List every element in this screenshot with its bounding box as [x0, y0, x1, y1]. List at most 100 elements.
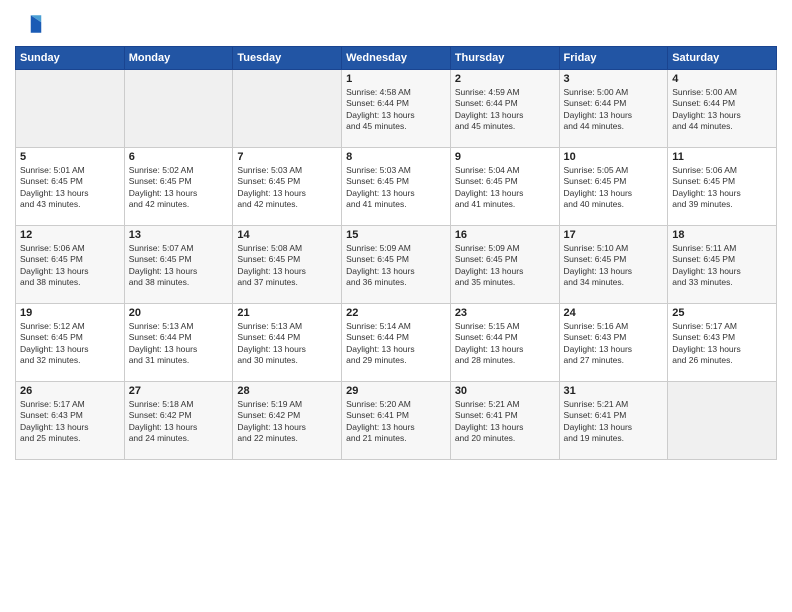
calendar-day-27: 27 Sunrise: 5:18 AM Sunset: 6:42 PM Dayli… [124, 382, 233, 460]
calendar-day-30: 30Sunrise: 5:21 AM Sunset: 6:41 PM Dayli… [450, 382, 559, 460]
calendar-day-31: 31Sunrise: 5:21 AM Sunset: 6:41 PM Dayli… [559, 382, 668, 460]
day-info: Sunrise: 5:04 AM Sunset: 6:45 PM Dayligh… [455, 165, 555, 211]
day-number: 26 [20, 385, 120, 397]
calendar-week-row: 26 Sunrise: 5:17 AM Sunset: 6:43 PM Dayli… [16, 382, 777, 460]
day-number: 16 [455, 229, 555, 241]
calendar-day-3: 3 Sunrise: 5:00 AM Sunset: 6:44 PM Daylig… [559, 70, 668, 148]
day-number: 31 [564, 385, 664, 397]
calendar-day-26: 26 Sunrise: 5:17 AM Sunset: 6:43 PM Dayli… [16, 382, 125, 460]
day-number: 25 [672, 307, 772, 319]
day-number: 3 [564, 73, 664, 85]
calendar-day-28: 28Sunrise: 5:19 AM Sunset: 6:42 PM Dayli… [233, 382, 342, 460]
day-number: 11 [672, 151, 772, 163]
day-info: Sunrise: 5:15 AM Sunset: 6:44 PM Dayligh… [455, 321, 555, 367]
day-info: Sunrise: 5:00 AM Sunset: 6:44 PM Dayligh… [564, 87, 664, 133]
calendar-day-24: 24Sunrise: 5:16 AM Sunset: 6:43 PM Dayli… [559, 304, 668, 382]
day-info: Sunrise: 5:13 AM Sunset: 6:44 PM Dayligh… [237, 321, 337, 367]
day-info: Sunrise: 5:16 AM Sunset: 6:43 PM Dayligh… [564, 321, 664, 367]
calendar-week-row: 1 Sunrise: 4:58 AM Sunset: 6:44 PM Daylig… [16, 70, 777, 148]
weekday-header-sunday: Sunday [16, 47, 125, 70]
day-number: 17 [564, 229, 664, 241]
day-number: 21 [237, 307, 337, 319]
day-info: Sunrise: 5:09 AM Sunset: 6:45 PM Dayligh… [455, 243, 555, 289]
day-number: 9 [455, 151, 555, 163]
day-number: 20 [129, 307, 229, 319]
day-info: Sunrise: 5:06 AM Sunset: 6:45 PM Dayligh… [672, 165, 772, 211]
day-info: Sunrise: 5:17 AM Sunset: 6:43 PM Dayligh… [672, 321, 772, 367]
day-info: Sunrise: 5:00 AM Sunset: 6:44 PM Dayligh… [672, 87, 772, 133]
weekday-header-monday: Monday [124, 47, 233, 70]
weekday-header-saturday: Saturday [668, 47, 777, 70]
calendar-day-29: 29 Sunrise: 5:20 AM Sunset: 6:41 PM Dayli… [342, 382, 451, 460]
calendar-day-7: 7 Sunrise: 5:03 AM Sunset: 6:45 PM Daylig… [233, 148, 342, 226]
calendar-week-row: 19Sunrise: 5:12 AM Sunset: 6:45 PM Dayli… [16, 304, 777, 382]
day-number: 19 [20, 307, 120, 319]
calendar-day-12: 12Sunrise: 5:06 AM Sunset: 6:45 PM Dayli… [16, 226, 125, 304]
calendar-empty-cell [668, 382, 777, 460]
day-info: Sunrise: 4:59 AM Sunset: 6:44 PM Dayligh… [455, 87, 555, 133]
calendar-day-2: 2 Sunrise: 4:59 AM Sunset: 6:44 PM Daylig… [450, 70, 559, 148]
calendar-empty-cell [124, 70, 233, 148]
weekday-header-tuesday: Tuesday [233, 47, 342, 70]
day-number: 13 [129, 229, 229, 241]
day-number: 10 [564, 151, 664, 163]
day-info: Sunrise: 5:19 AM Sunset: 6:42 PM Dayligh… [237, 399, 337, 445]
day-number: 30 [455, 385, 555, 397]
calendar-empty-cell [16, 70, 125, 148]
weekday-header-friday: Friday [559, 47, 668, 70]
calendar-day-9: 9 Sunrise: 5:04 AM Sunset: 6:45 PM Daylig… [450, 148, 559, 226]
calendar-day-6: 6Sunrise: 5:02 AM Sunset: 6:45 PM Daylig… [124, 148, 233, 226]
weekday-header-wednesday: Wednesday [342, 47, 451, 70]
day-number: 7 [237, 151, 337, 163]
weekday-header-row: SundayMondayTuesdayWednesdayThursdayFrid… [16, 47, 777, 70]
calendar-day-4: 4 Sunrise: 5:00 AM Sunset: 6:44 PM Daylig… [668, 70, 777, 148]
day-info: Sunrise: 5:07 AM Sunset: 6:45 PM Dayligh… [129, 243, 229, 289]
calendar-table: SundayMondayTuesdayWednesdayThursdayFrid… [15, 46, 777, 460]
day-info: Sunrise: 5:05 AM Sunset: 6:45 PM Dayligh… [564, 165, 664, 211]
calendar-day-10: 10 Sunrise: 5:05 AM Sunset: 6:45 PM Dayli… [559, 148, 668, 226]
day-number: 23 [455, 307, 555, 319]
day-info: Sunrise: 5:08 AM Sunset: 6:45 PM Dayligh… [237, 243, 337, 289]
calendar-day-16: 16 Sunrise: 5:09 AM Sunset: 6:45 PM Dayli… [450, 226, 559, 304]
day-info: Sunrise: 4:58 AM Sunset: 6:44 PM Dayligh… [346, 87, 446, 133]
day-info: Sunrise: 5:14 AM Sunset: 6:44 PM Dayligh… [346, 321, 446, 367]
logo-icon [15, 10, 43, 38]
day-info: Sunrise: 5:18 AM Sunset: 6:42 PM Dayligh… [129, 399, 229, 445]
calendar-empty-cell [233, 70, 342, 148]
calendar-day-21: 21 Sunrise: 5:13 AM Sunset: 6:44 PM Dayli… [233, 304, 342, 382]
day-number: 14 [237, 229, 337, 241]
calendar-day-11: 11 Sunrise: 5:06 AM Sunset: 6:45 PM Dayli… [668, 148, 777, 226]
day-number: 29 [346, 385, 446, 397]
day-info: Sunrise: 5:20 AM Sunset: 6:41 PM Dayligh… [346, 399, 446, 445]
day-number: 1 [346, 73, 446, 85]
day-info: Sunrise: 5:03 AM Sunset: 6:45 PM Dayligh… [346, 165, 446, 211]
page-header [15, 10, 777, 38]
logo [15, 10, 47, 38]
day-number: 22 [346, 307, 446, 319]
calendar-day-18: 18 Sunrise: 5:11 AM Sunset: 6:45 PM Dayli… [668, 226, 777, 304]
calendar-day-20: 20 Sunrise: 5:13 AM Sunset: 6:44 PM Dayli… [124, 304, 233, 382]
calendar-day-14: 14 Sunrise: 5:08 AM Sunset: 6:45 PM Dayli… [233, 226, 342, 304]
weekday-header-thursday: Thursday [450, 47, 559, 70]
day-info: Sunrise: 5:03 AM Sunset: 6:45 PM Dayligh… [237, 165, 337, 211]
day-number: 27 [129, 385, 229, 397]
calendar-week-row: 5Sunrise: 5:01 AM Sunset: 6:45 PM Daylig… [16, 148, 777, 226]
day-info: Sunrise: 5:11 AM Sunset: 6:45 PM Dayligh… [672, 243, 772, 289]
calendar-day-23: 23 Sunrise: 5:15 AM Sunset: 6:44 PM Dayli… [450, 304, 559, 382]
calendar-day-15: 15 Sunrise: 5:09 AM Sunset: 6:45 PM Dayli… [342, 226, 451, 304]
day-info: Sunrise: 5:17 AM Sunset: 6:43 PM Dayligh… [20, 399, 120, 445]
calendar-day-19: 19Sunrise: 5:12 AM Sunset: 6:45 PM Dayli… [16, 304, 125, 382]
day-number: 2 [455, 73, 555, 85]
day-number: 18 [672, 229, 772, 241]
day-info: Sunrise: 5:02 AM Sunset: 6:45 PM Dayligh… [129, 165, 229, 211]
calendar-day-22: 22 Sunrise: 5:14 AM Sunset: 6:44 PM Dayli… [342, 304, 451, 382]
day-info: Sunrise: 5:10 AM Sunset: 6:45 PM Dayligh… [564, 243, 664, 289]
day-number: 15 [346, 229, 446, 241]
day-info: Sunrise: 5:06 AM Sunset: 6:45 PM Dayligh… [20, 243, 120, 289]
day-info: Sunrise: 5:13 AM Sunset: 6:44 PM Dayligh… [129, 321, 229, 367]
day-number: 4 [672, 73, 772, 85]
day-info: Sunrise: 5:09 AM Sunset: 6:45 PM Dayligh… [346, 243, 446, 289]
calendar-day-1: 1 Sunrise: 4:58 AM Sunset: 6:44 PM Daylig… [342, 70, 451, 148]
day-number: 5 [20, 151, 120, 163]
calendar-day-8: 8Sunrise: 5:03 AM Sunset: 6:45 PM Daylig… [342, 148, 451, 226]
